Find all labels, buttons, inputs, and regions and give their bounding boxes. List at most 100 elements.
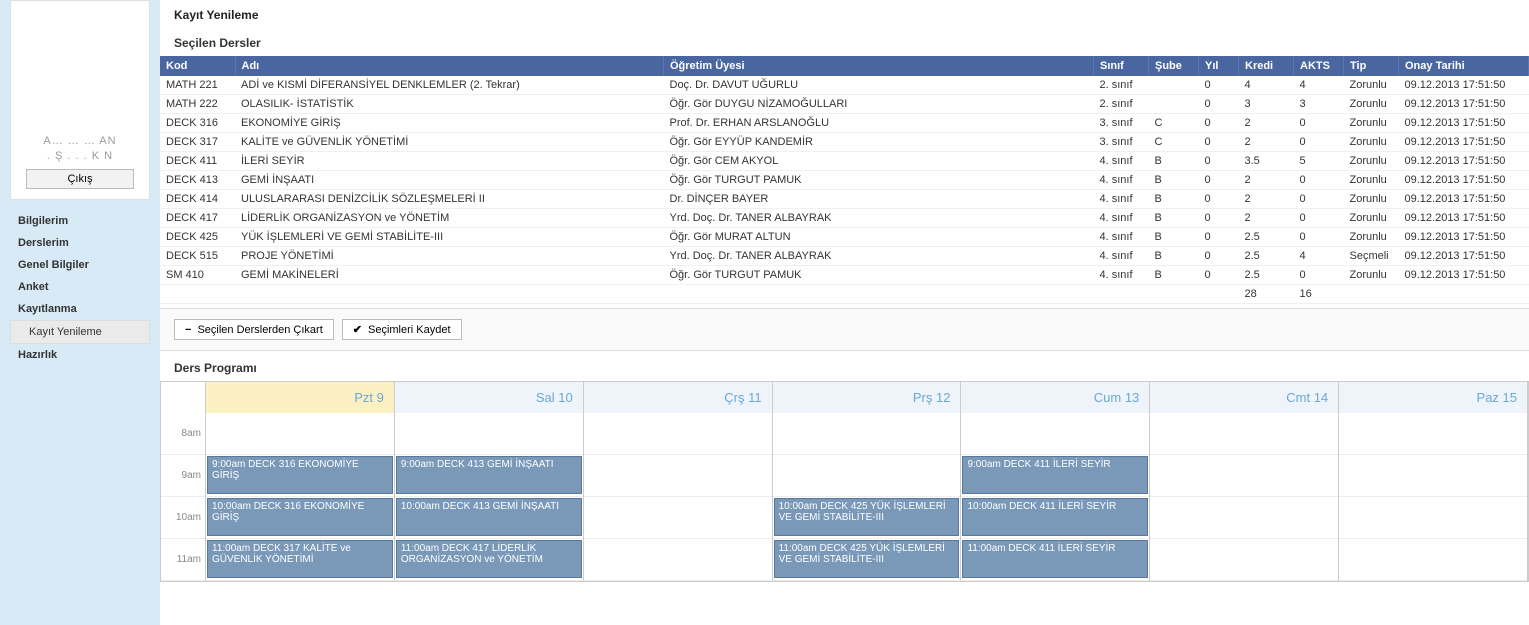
cell-ogr: Dr. DİNÇER BAYER [664, 190, 1094, 209]
cell-tip: Zorunlu [1344, 209, 1399, 228]
calendar-event[interactable]: 11:00am DECK 417 LİDERLİK ORGANİZASYON v… [396, 540, 582, 578]
cell-sube: B [1149, 228, 1199, 247]
calendar-day-header[interactable]: Cum 13 [961, 382, 1150, 413]
cell-sinif: 4. sınıf [1094, 228, 1149, 247]
col-header[interactable]: Yıl [1199, 56, 1239, 76]
cell-tip: Seçmeli [1344, 247, 1399, 266]
calendar-day-header[interactable]: Sal 10 [395, 382, 584, 413]
table-row[interactable]: DECK 411İLERİ SEYİRÖğr. Gör CEM AKYOL4. … [160, 152, 1529, 171]
calendar-event[interactable]: 9:00am DECK 413 GEMİ İNŞAATI [396, 456, 582, 494]
cell-akts: 0 [1294, 133, 1344, 152]
cell-sinif: 2. sınıf [1094, 95, 1149, 114]
cell-kredi: 2 [1239, 114, 1294, 133]
calendar-event[interactable]: 11:00am DECK 411 İLERİ SEYİR [962, 540, 1148, 578]
cell-kredi: 3 [1239, 95, 1294, 114]
nav-subitem-kayit-yenileme[interactable]: Kayıt Yenileme [10, 320, 150, 344]
calendar-event[interactable]: 11:00am DECK 425 YÜK İŞLEMLERİ VE GEMİ S… [774, 540, 960, 578]
cell-tip: Zorunlu [1344, 95, 1399, 114]
calendar-day-header[interactable]: Prş 12 [773, 382, 962, 413]
cell-kod: DECK 417 [160, 209, 235, 228]
logout-button[interactable]: Çıkış [26, 169, 133, 189]
cell-kod: MATH 221 [160, 76, 235, 95]
cell-akts: 0 [1294, 209, 1344, 228]
calendar: Pzt 9Sal 10Çrş 11Prş 12Cum 13Cmt 14Paz 1… [160, 381, 1529, 582]
calendar-column: 10:00am DECK 425 YÜK İŞLEMLERİ VE GEMİ S… [773, 413, 962, 581]
cell-sinif: 4. sınıf [1094, 152, 1149, 171]
calendar-column [584, 413, 773, 581]
cell-yil: 0 [1199, 209, 1239, 228]
cell-sube: B [1149, 152, 1199, 171]
calendar-event[interactable]: 10:00am DECK 316 EKONOMİYE GİRİŞ [207, 498, 393, 536]
calendar-day-header[interactable]: Cmt 14 [1150, 382, 1339, 413]
calendar-event[interactable]: 9:00am DECK 411 İLERİ SEYİR [962, 456, 1148, 494]
cell-adi: EKONOMİYE GİRİŞ [235, 114, 664, 133]
cell-kod: DECK 425 [160, 228, 235, 247]
table-row[interactable]: DECK 413GEMİ İNŞAATIÖğr. Gör TURGUT PAMU… [160, 171, 1529, 190]
col-header[interactable]: Şube [1149, 56, 1199, 76]
nav-item[interactable]: Genel Bilgiler [10, 254, 150, 276]
cell-adi: ADİ ve KISMİ DİFERANSİYEL DENKLEMLER (2.… [235, 76, 664, 95]
nav-item[interactable]: Kayıtlanma [10, 298, 150, 320]
remove-selected-button[interactable]: − Seçilen Derslerden Çıkart [174, 319, 334, 340]
cell-sube: B [1149, 247, 1199, 266]
table-row[interactable]: DECK 515PROJE YÖNETİMİYrd. Doç. Dr. TANE… [160, 247, 1529, 266]
table-row[interactable]: DECK 414ULUSLARARASI DENİZCİLİK SÖZLEŞME… [160, 190, 1529, 209]
col-header[interactable]: Kredi [1239, 56, 1294, 76]
col-header[interactable]: Adı [235, 56, 664, 76]
cell-kredi: 2.5 [1239, 228, 1294, 247]
cell-sinif: 4. sınıf [1094, 190, 1149, 209]
col-header[interactable]: Onay Tarihi [1399, 56, 1529, 76]
table-row[interactable]: SM 410GEMİ MAKİNELERİÖğr. Gör TURGUT PAM… [160, 266, 1529, 285]
cell-sinif: 3. sınıf [1094, 133, 1149, 152]
courses-table: KodAdıÖğretim ÜyesiSınıfŞubeYılKrediAKTS… [160, 56, 1529, 304]
cell-adi: PROJE YÖNETİMİ [235, 247, 664, 266]
cell-ogr: Yrd. Doç. Dr. TANER ALBAYRAK [664, 209, 1094, 228]
cell-adi: İLERİ SEYİR [235, 152, 664, 171]
col-header[interactable]: Tip [1344, 56, 1399, 76]
save-selection-button[interactable]: ✔ Seçimleri Kaydet [342, 319, 462, 340]
table-row[interactable]: MATH 221ADİ ve KISMİ DİFERANSİYEL DENKLE… [160, 76, 1529, 95]
col-header[interactable]: Kod [160, 56, 235, 76]
table-row[interactable]: DECK 425YÜK İŞLEMLERİ VE GEMİ STABİLİTE-… [160, 228, 1529, 247]
cell-akts: 0 [1294, 228, 1344, 247]
time-label: 11am [161, 539, 205, 581]
page-title: Kayıt Yenileme [160, 0, 1529, 30]
cell-yil: 0 [1199, 133, 1239, 152]
table-row[interactable]: DECK 316EKONOMİYE GİRİŞProf. Dr. ERHAN A… [160, 114, 1529, 133]
cell-adi: GEMİ MAKİNELERİ [235, 266, 664, 285]
calendar-event[interactable]: 10:00am DECK 425 YÜK İŞLEMLERİ VE GEMİ S… [774, 498, 960, 536]
calendar-event[interactable]: 10:00am DECK 411 İLERİ SEYİR [962, 498, 1148, 536]
calendar-column: 9:00am DECK 413 GEMİ İNŞAATI 10:00am DECK… [395, 413, 584, 581]
col-header[interactable]: AKTS [1294, 56, 1344, 76]
user-name: A… … … AN . Ş . . . K N [43, 134, 116, 163]
calendar-event[interactable]: 10:00am DECK 413 GEMİ İNŞAATI [396, 498, 582, 536]
col-header[interactable]: Sınıf [1094, 56, 1149, 76]
nav-item[interactable]: Bilgilerim [10, 210, 150, 232]
table-row[interactable]: MATH 222OLASILIK- İSTATİSTİKÖğr. Gör DUY… [160, 95, 1529, 114]
cell-akts: 4 [1294, 76, 1344, 95]
nav-item[interactable]: Derslerim [10, 232, 150, 254]
cell-kredi: 2 [1239, 209, 1294, 228]
table-row[interactable]: DECK 317KALİTE ve GÜVENLİK YÖNETİMİÖğr. … [160, 133, 1529, 152]
cell-kod: DECK 316 [160, 114, 235, 133]
cell-sube [1149, 76, 1199, 95]
time-label: 10am [161, 497, 205, 539]
nav-item[interactable]: Hazırlık [10, 344, 150, 366]
cell-akts: 0 [1294, 190, 1344, 209]
calendar-day-header[interactable]: Paz 15 [1339, 382, 1528, 413]
cell-sube: B [1149, 209, 1199, 228]
time-label: 8am [161, 413, 205, 455]
cell-yil: 0 [1199, 114, 1239, 133]
nav-item[interactable]: Anket [10, 276, 150, 298]
cell-ogr: Öğr. Gör DUYGU NİZAMOĞULLARI [664, 95, 1094, 114]
calendar-event[interactable]: 11:00am DECK 317 KALİTE ve GÜVENLİK YÖNE… [207, 540, 393, 578]
table-row[interactable]: DECK 417LİDERLİK ORGANİZASYON ve YÖNETİM… [160, 209, 1529, 228]
cell-sube: C [1149, 133, 1199, 152]
cell-kod: DECK 414 [160, 190, 235, 209]
cell-onay: 09.12.2013 17:51:50 [1399, 133, 1529, 152]
calendar-day-header[interactable]: Çrş 11 [584, 382, 773, 413]
calendar-event[interactable]: 9:00am DECK 316 EKONOMİYE GİRİŞ [207, 456, 393, 494]
col-header[interactable]: Öğretim Üyesi [664, 56, 1094, 76]
calendar-day-header[interactable]: Pzt 9 [206, 382, 395, 413]
main-nav: BilgilerimDerslerimGenel BilgilerAnketKa… [0, 210, 160, 366]
